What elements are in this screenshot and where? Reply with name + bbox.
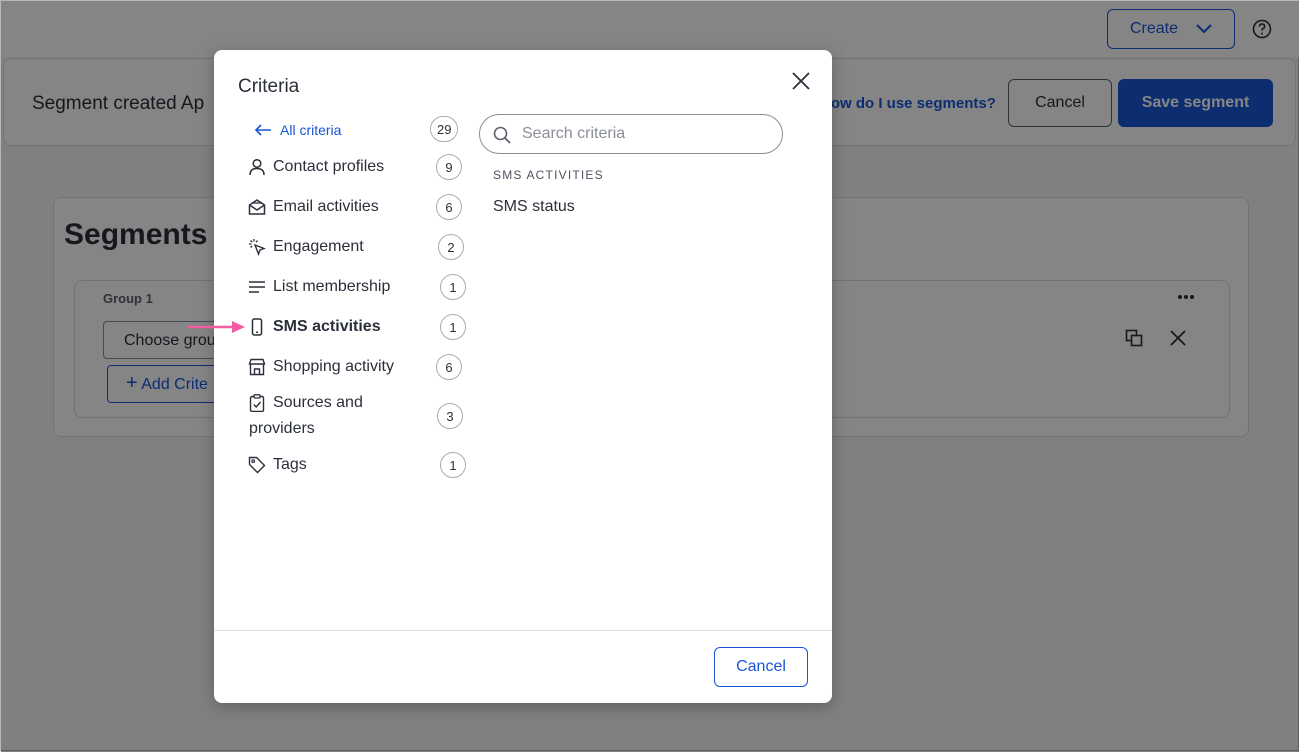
- modal-title: Criteria: [238, 76, 300, 97]
- modal-cancel-button[interactable]: Cancel: [714, 647, 808, 687]
- modal-footer-divider: [214, 630, 832, 631]
- arrow-left-icon: [254, 124, 271, 136]
- pointer-arrow-icon: [188, 321, 245, 333]
- person-icon: [249, 158, 265, 176]
- category-label: Engagement: [273, 238, 364, 255]
- count-badge: 2: [438, 234, 464, 260]
- count-badge: 9: [436, 154, 462, 180]
- category-label: List membership: [273, 278, 391, 295]
- all-criteria-link[interactable]: All criteria: [254, 116, 341, 144]
- search-input[interactable]: [520, 121, 770, 147]
- criteria-modal: Criteria All criteria 29 Contact profile…: [214, 50, 832, 703]
- count-badge: 29: [430, 116, 459, 142]
- store-icon: [248, 358, 266, 376]
- count-badge: 1: [440, 452, 466, 478]
- count-badge: 1: [440, 314, 466, 340]
- count-badge: 3: [437, 403, 463, 429]
- search-box[interactable]: [479, 114, 783, 154]
- phone-icon: [251, 318, 263, 336]
- all-criteria-label: All criteria: [280, 122, 342, 138]
- search-icon: [493, 126, 511, 144]
- category-label: Sources and providers: [249, 394, 363, 437]
- section-heading: SMS ACTIVITIES: [493, 168, 604, 182]
- category-label: SMS activities: [273, 318, 381, 335]
- category-label: Tags: [273, 456, 307, 473]
- criteria-result-sms-status[interactable]: SMS status: [493, 198, 575, 216]
- category-label: Shopping activity: [273, 358, 394, 375]
- count-badge: 1: [440, 274, 466, 300]
- cursor-click-icon: [249, 239, 266, 256]
- tag-icon: [248, 456, 266, 474]
- list-icon: [249, 281, 265, 293]
- category-label: Email activities: [273, 198, 379, 215]
- app-window: Create Segment created Ap How do I use s…: [0, 0, 1299, 752]
- count-badge: 6: [436, 194, 462, 220]
- close-icon[interactable]: [790, 70, 812, 92]
- count-badge: 6: [436, 354, 462, 380]
- category-label: Contact profiles: [273, 158, 385, 175]
- email-open-icon: [248, 199, 266, 215]
